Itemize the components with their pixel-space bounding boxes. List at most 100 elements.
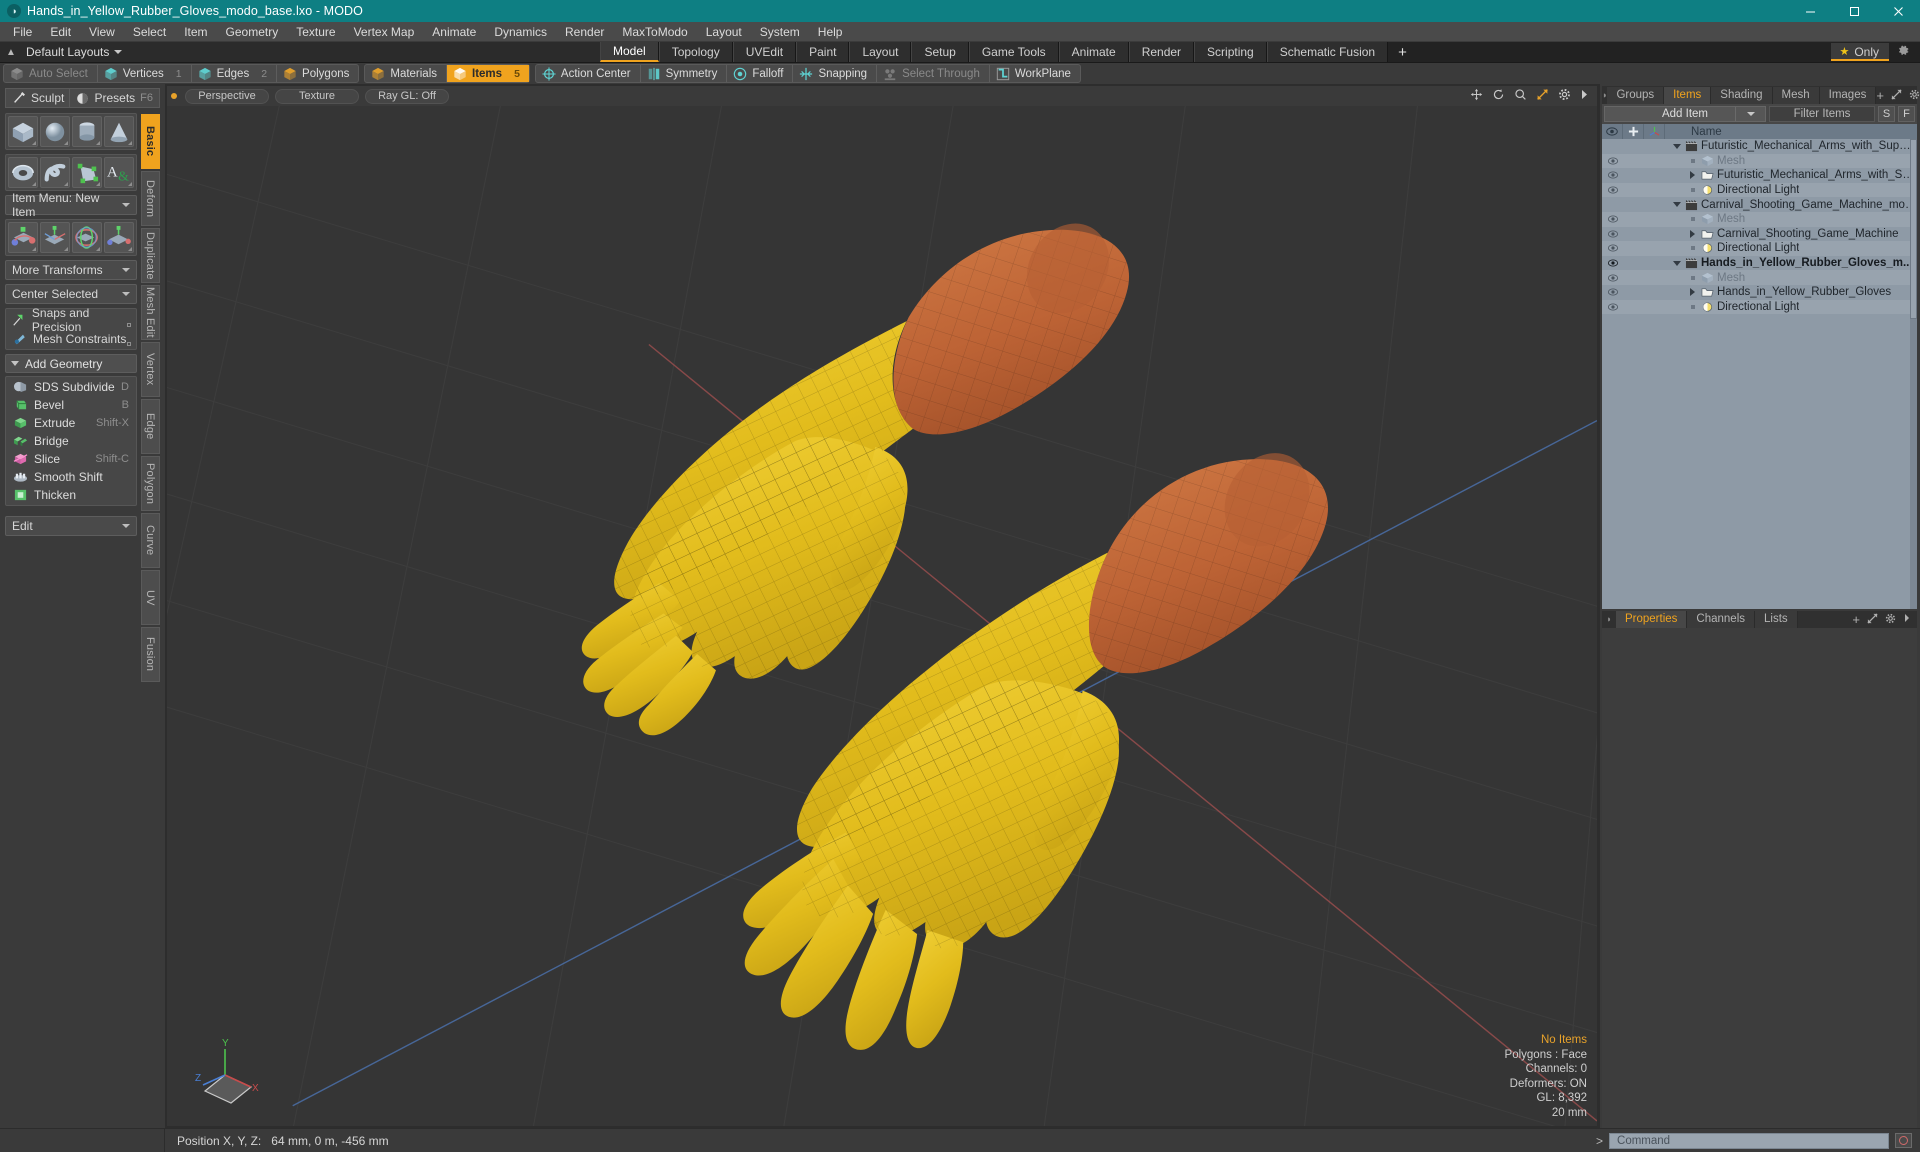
tool-tab-deform[interactable]: Deform [141, 171, 160, 226]
filter-items-input[interactable]: Filter Items [1769, 106, 1875, 122]
tool-tab-basic[interactable]: Basic [141, 114, 160, 169]
item-row-body[interactable]: Mesh [1665, 272, 1917, 284]
sphere-icon[interactable] [40, 116, 70, 147]
polygon-icon[interactable] [72, 157, 102, 188]
mode-button-edges[interactable]: Edges 2 [192, 65, 278, 82]
command-extrude[interactable]: Extrude Shift-X [8, 414, 134, 432]
item-row[interactable]: Directional Light [1602, 299, 1917, 315]
item-row-body[interactable]: Mesh [1665, 213, 1917, 225]
layout-up-icon[interactable]: ▲ [0, 47, 22, 58]
default-layouts-dropdown[interactable]: Default Layouts [22, 45, 123, 59]
gear-icon[interactable] [1558, 88, 1571, 104]
zoom-icon[interactable] [1514, 88, 1527, 104]
layout-tab-layout[interactable]: Layout [849, 42, 912, 62]
mode-button-polygons[interactable]: Polygons [277, 65, 358, 82]
command-thicken[interactable]: Thicken [8, 486, 134, 504]
item-row[interactable]: Hands_in_Yellow_Rubber_Gloves_m... [1602, 256, 1917, 271]
sculpt-button[interactable]: Sculpt [5, 88, 70, 108]
item-row[interactable]: Hands_in_Yellow_Rubber_Gloves [1602, 285, 1917, 300]
eye-icon[interactable] [1602, 230, 1623, 238]
item-row-body[interactable]: Hands_in_Yellow_Rubber_Gloves_m... [1665, 257, 1917, 269]
fit-icon[interactable] [1536, 88, 1549, 104]
command-bridge[interactable]: Bridge [8, 432, 134, 450]
item-row-body[interactable]: Carnival_Shooting_Game_Machine_modo_ ... [1665, 199, 1917, 211]
menu-item-edit[interactable]: Edit [41, 22, 80, 42]
layout-tab-topology[interactable]: Topology [658, 42, 733, 62]
item-row[interactable]: Mesh [1602, 211, 1917, 227]
item-row[interactable]: Directional Light [1602, 241, 1917, 256]
close-button[interactable] [1876, 0, 1920, 22]
chevron-down-icon[interactable] [1671, 260, 1682, 267]
tool-tab-curve[interactable]: Curve [141, 513, 160, 568]
eye-icon[interactable] [1602, 171, 1623, 180]
mode-button-auto-select[interactable]: Auto Select [4, 65, 98, 82]
snaps-options-icon[interactable] [127, 323, 131, 327]
chevron-right-icon[interactable] [1903, 613, 1911, 626]
gear-icon[interactable] [1909, 89, 1920, 103]
item-row-body[interactable]: Futuristic_Mechanical_Arms_with_Supply_ … [1665, 140, 1917, 152]
mode-button-vertices[interactable]: Vertices 1 [98, 65, 192, 82]
layout-tab-animate[interactable]: Animate [1058, 42, 1129, 62]
expand-icon[interactable] [1891, 88, 1902, 103]
eye-icon[interactable] [1602, 157, 1623, 165]
item-row[interactable]: Carnival_Shooting_Game_Machine_modo_ ... [1602, 197, 1917, 212]
menu-item-dynamics[interactable]: Dynamics [485, 22, 556, 42]
item-row[interactable]: Mesh [1602, 270, 1917, 285]
item-row[interactable]: Mesh [1602, 153, 1917, 169]
layout-tab-scripting[interactable]: Scripting [1194, 42, 1267, 62]
mode-button-materials[interactable]: Materials [365, 65, 448, 82]
snaps-and-precision-button[interactable]: Snaps and Precision [8, 306, 134, 334]
eye-icon[interactable] [1602, 186, 1623, 194]
add-item-dropdown[interactable] [1735, 107, 1765, 121]
item-row-body[interactable]: Mesh [1665, 155, 1917, 167]
command-sds-subdivide[interactable]: SDS Subdivide D [8, 378, 134, 396]
chevron-right-icon[interactable] [1687, 171, 1698, 180]
mode-button-falloff[interactable]: Falloff [727, 65, 794, 82]
properties-tab-lists[interactable]: Lists [1755, 611, 1798, 628]
tool-tab-duplicate[interactable]: Duplicate [141, 228, 160, 283]
menu-item-file[interactable]: File [4, 22, 41, 42]
item-row-body[interactable]: Directional Light [1665, 301, 1917, 313]
expand-icon[interactable] [1867, 612, 1878, 627]
layout-tab-schematic-fusion[interactable]: Schematic Fusion [1266, 42, 1389, 62]
menu-item-maxtomodo[interactable]: MaxToModo [613, 22, 696, 42]
item-list[interactable]: Futuristic_Mechanical_Arms_with_Supply_ … [1602, 139, 1917, 609]
panel-tab-groups[interactable]: Groups [1607, 87, 1665, 104]
maximize-button[interactable] [1832, 0, 1876, 22]
3d-viewport[interactable]: Y X Z No Items Polygons : Face Channels:… [167, 106, 1597, 1126]
command-slice[interactable]: Slice Shift-C [8, 450, 134, 468]
add-item-button[interactable]: Add Item [1604, 106, 1766, 122]
chevron-right-icon[interactable] [1580, 89, 1589, 103]
layout-tab-game-tools[interactable]: Game Tools [968, 42, 1059, 62]
pan-icon[interactable] [1470, 88, 1483, 104]
menu-item-geometry[interactable]: Geometry [217, 22, 288, 42]
eye-icon[interactable] [1602, 244, 1623, 252]
filter-f-button[interactable]: F [1898, 106, 1915, 122]
layout-tab-uvedit[interactable]: UVEdit [732, 42, 797, 62]
chevron-down-icon[interactable] [1671, 143, 1682, 150]
menu-item-vertex-map[interactable]: Vertex Map [345, 22, 424, 42]
item-row-body[interactable]: Directional Light [1665, 184, 1917, 196]
chevron-right-icon[interactable] [1687, 288, 1698, 297]
eye-icon[interactable] [1602, 215, 1623, 223]
mode-button-snapping[interactable]: Snapping [793, 65, 878, 82]
torus-icon[interactable] [8, 157, 38, 188]
view-mode-dropdown[interactable]: Perspective [185, 88, 269, 104]
cylinder-icon[interactable] [72, 116, 102, 147]
mode-button-items[interactable]: Items 5 [447, 65, 529, 82]
tool-tab-polygon[interactable]: Polygon [141, 456, 160, 511]
tool-tab-uv[interactable]: UV [141, 570, 160, 625]
mode-button-select-through[interactable]: Select Through [877, 65, 990, 82]
filter-s-button[interactable]: S [1878, 106, 1895, 122]
presets-button[interactable]: Presets F6 [69, 88, 160, 108]
add-geometry-section-header[interactable]: Add Geometry [5, 354, 137, 373]
layout-tab-render[interactable]: Render [1128, 42, 1195, 62]
menu-item-system[interactable]: System [751, 22, 809, 42]
item-list-scrollbar[interactable] [1910, 139, 1917, 609]
panel-tab-shading[interactable]: Shading [1711, 87, 1773, 104]
layout-tab-paint[interactable]: Paint [796, 42, 850, 62]
item-row-body[interactable]: Directional Light [1665, 242, 1917, 254]
layout-tab-model[interactable]: Model [600, 42, 659, 62]
panel-tab-images[interactable]: Images [1819, 87, 1877, 104]
item-row[interactable]: Futuristic_Mechanical_Arms_with_Suppl ..… [1602, 168, 1917, 183]
